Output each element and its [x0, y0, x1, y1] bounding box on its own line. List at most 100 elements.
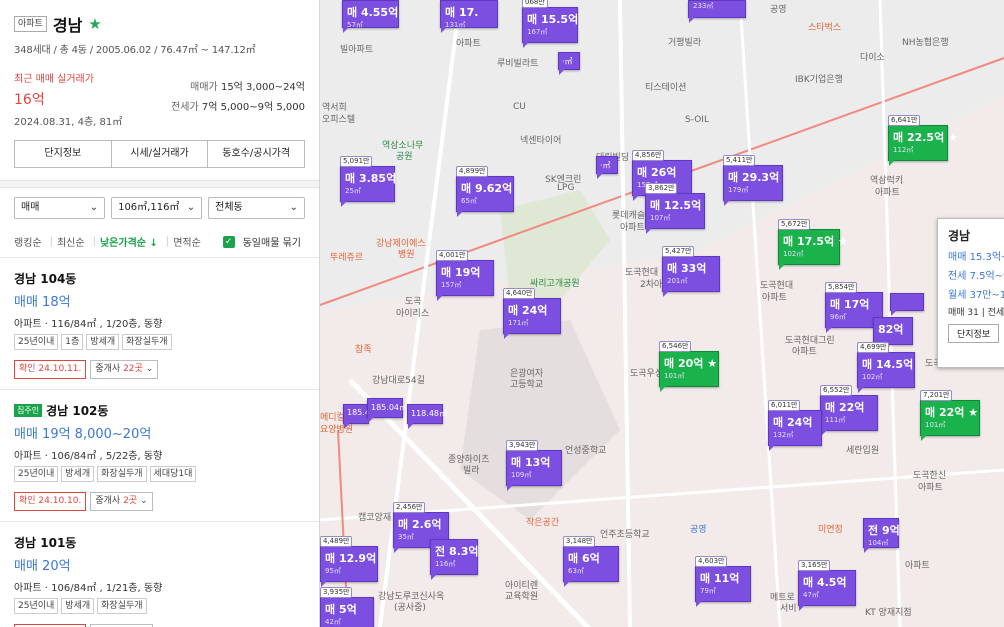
map-place-label[interactable]: 넥센타이어: [520, 133, 561, 146]
map-place-label[interactable]: 아파트: [792, 344, 817, 357]
listing-item[interactable]: 경남 104동 매매 18억 아파트 · 116/84㎡ , 1/20층, 동향…: [0, 258, 319, 390]
map-place-label[interactable]: 서비: [780, 601, 797, 614]
tab-market-price[interactable]: 시세/실거래가: [112, 141, 209, 167]
map-place-label[interactable]: 공영: [690, 522, 707, 535]
price-marker[interactable]: 3,943만 매 13억 109㎡: [506, 440, 562, 491]
price-marker[interactable]: 3,148만 매 6억 63㎡: [563, 536, 619, 587]
price-marker[interactable]: 6,552만 매 22억 111㎡: [820, 385, 878, 436]
marker-count: 6,641만: [888, 115, 921, 126]
map-place-label[interactable]: IBK기업은행: [795, 72, 843, 85]
broker-button[interactable]: 중개사 2곳 ⌄: [90, 492, 153, 511]
area-select[interactable]: 106㎡,116㎡ ⌄: [111, 197, 203, 219]
price-marker[interactable]: ·㎡: [558, 52, 580, 75]
marker-area: 95㎡: [325, 567, 341, 575]
map-place-label[interactable]: 작은공간: [526, 515, 559, 528]
map-place-label[interactable]: 빌라: [463, 463, 480, 476]
price-marker[interactable]: 3,165만 매 4.5억 47㎡: [798, 560, 856, 611]
map-place-label[interactable]: 스타벅스: [808, 20, 841, 33]
map-place-label[interactable]: 다이소: [860, 50, 885, 63]
price-marker[interactable]: 82억: [873, 317, 913, 350]
price-marker[interactable]: 6,546만 매 20억 ★ 101㎡: [659, 341, 719, 392]
map-place-label[interactable]: 오피스텔: [322, 112, 355, 125]
price-marker[interactable]: 6,641만 매 22.5억 ★ 112㎡: [888, 115, 958, 166]
price-marker[interactable]: [890, 293, 924, 316]
map-place-label[interactable]: 아파트: [905, 558, 930, 571]
map-place-label[interactable]: 역서희: [322, 100, 347, 113]
marker-price: 매 24억: [508, 304, 548, 317]
map-place-label[interactable]: 빌아파트: [340, 42, 373, 55]
price-marker[interactable]: 3,935만 매 5억 42㎡: [320, 587, 374, 627]
dong-select[interactable]: 전체동 ⌄: [208, 197, 306, 219]
broker-button[interactable]: 중개사 22곳 ⌄: [90, 360, 159, 379]
map-place-label[interactable]: 루비빌라트: [497, 56, 538, 69]
price-marker[interactable]: 전 9억 104㎡: [863, 518, 900, 553]
map-place-label[interactable]: 미연정: [818, 522, 843, 535]
map-place-label[interactable]: 싸리고개공원: [530, 276, 580, 289]
map-place-label[interactable]: 거평빌라: [668, 35, 701, 48]
price-marker[interactable]: 6,011만 매 24억 132㎡: [768, 400, 822, 451]
price-marker[interactable]: 185.04㎡: [367, 398, 407, 423]
price-marker[interactable]: 4,640만 매 24억 171㎡: [503, 288, 561, 339]
map-place-label[interactable]: 강남대로54길: [372, 373, 425, 386]
map-place-label[interactable]: NH농협은행: [902, 35, 949, 48]
map-place-label[interactable]: 2차아: [640, 277, 662, 290]
map-place-label[interactable]: 아파트: [456, 36, 481, 49]
tab-unit-price[interactable]: 동호수/공시가격: [208, 141, 304, 167]
price-marker[interactable]: 4,699만 매 14.5억 102㎡: [857, 342, 915, 393]
price-marker[interactable]: 185.4: [343, 404, 370, 429]
popup-info-button[interactable]: 단지정보: [948, 324, 1000, 343]
price-marker[interactable]: 5,091만 매 3.85억 25㎡: [340, 156, 396, 207]
map-place-label[interactable]: CU: [513, 102, 526, 112]
map-place-label[interactable]: 언성중학교: [565, 443, 606, 456]
map-place-label[interactable]: 티스테이션: [645, 80, 686, 93]
map-place-label[interactable]: 캠코양재: [358, 510, 391, 523]
listing-item[interactable]: 집주인 경남 102동 매매 19억 8,000~20억 아파트 · 106/8…: [0, 390, 319, 522]
group-same-checkbox[interactable]: ✓ 동일매물 묶기: [222, 234, 305, 249]
sort-low-price[interactable]: 낮은가격순 ↓: [100, 234, 158, 249]
price-marker[interactable]: 068만 매 15.5억 167㎡: [522, 0, 578, 48]
map-place-label[interactable]: (공사중): [394, 600, 426, 613]
map-place-label[interactable]: 언주초등학교: [600, 527, 650, 540]
map-place-label[interactable]: LPG: [557, 183, 574, 193]
map-place-label[interactable]: KT 양재지점: [865, 605, 912, 618]
listing-item[interactable]: 경남 101동 매매 20억 아파트 · 106/84㎡ , 1/21층, 동향…: [0, 522, 319, 627]
price-marker[interactable]: 233㎡: [688, 0, 746, 23]
price-marker[interactable]: 118.48㎡: [407, 404, 447, 429]
price-marker[interactable]: 5,411만 매 29.3억 179㎡: [723, 155, 783, 206]
price-marker[interactable]: 매 17. 131㎡: [440, 0, 498, 33]
map-view[interactable]: 공영 스타벅스 NH농협은행 거평빌라 다이소 IBK기업은행 아파트 루비빌라트 티스테이션 C…: [320, 0, 1004, 627]
price-marker[interactable]: 3,862만 매 12.5억 107㎡: [645, 183, 705, 234]
map-place-label[interactable]: 병원: [398, 247, 415, 260]
map-place-label[interactable]: 아파트: [875, 185, 900, 198]
trade-type-select[interactable]: 매매 ⌄: [14, 197, 106, 219]
map-place-label[interactable]: 아이리스: [396, 306, 429, 319]
price-marker[interactable]: ·㎡: [596, 156, 618, 179]
price-marker[interactable]: 4,489만 매 12.9억 95㎡: [320, 536, 378, 587]
map-place-label[interactable]: 참족: [355, 342, 372, 355]
map-place-label[interactable]: 공원: [396, 149, 413, 162]
map-place-label[interactable]: 아파트: [620, 220, 645, 233]
sort-latest[interactable]: 최신순: [57, 234, 85, 249]
price-marker[interactable]: 5,427만 매 33억 201㎡: [662, 246, 720, 297]
map-place-label[interactable]: 고등학교: [510, 377, 543, 390]
price-marker[interactable]: 4,603만 매 11억 79㎡: [695, 556, 751, 607]
map-place-label[interactable]: 도곡: [405, 294, 422, 307]
map-place-label[interactable]: 세란입원: [846, 443, 879, 456]
price-marker[interactable]: 전 8.3억 116㎡: [430, 539, 479, 580]
map-place-label[interactable]: 뚜레쥬르: [330, 250, 363, 263]
tab-complex-info[interactable]: 단지정보: [15, 141, 112, 167]
favorite-star-icon[interactable]: ★: [88, 15, 101, 33]
sort-ranking[interactable]: 랭킹순: [14, 234, 42, 249]
price-marker[interactable]: 매 4.55억 57㎡: [342, 0, 399, 33]
price-marker[interactable]: 7,201만 매 22억 ★ 101㎡: [920, 390, 980, 441]
map-place-label[interactable]: S-OIL: [685, 115, 709, 125]
price-marker[interactable]: 5,672만 매 17.5억 ★ 102㎡: [778, 219, 848, 270]
price-marker[interactable]: 4,001만 매 19억 157㎡: [436, 250, 494, 301]
price-marker[interactable]: 4,899만 매 9.62억 65㎡: [456, 166, 514, 217]
sort-area[interactable]: 면적순: [173, 234, 201, 249]
map-place-label[interactable]: 아파트: [918, 480, 943, 493]
map-place-label[interactable]: 공영: [770, 2, 787, 15]
marker-count: 4,856만: [632, 150, 665, 161]
map-place-label[interactable]: 아파트: [762, 290, 787, 303]
map-place-label[interactable]: 교육학원: [505, 589, 538, 602]
